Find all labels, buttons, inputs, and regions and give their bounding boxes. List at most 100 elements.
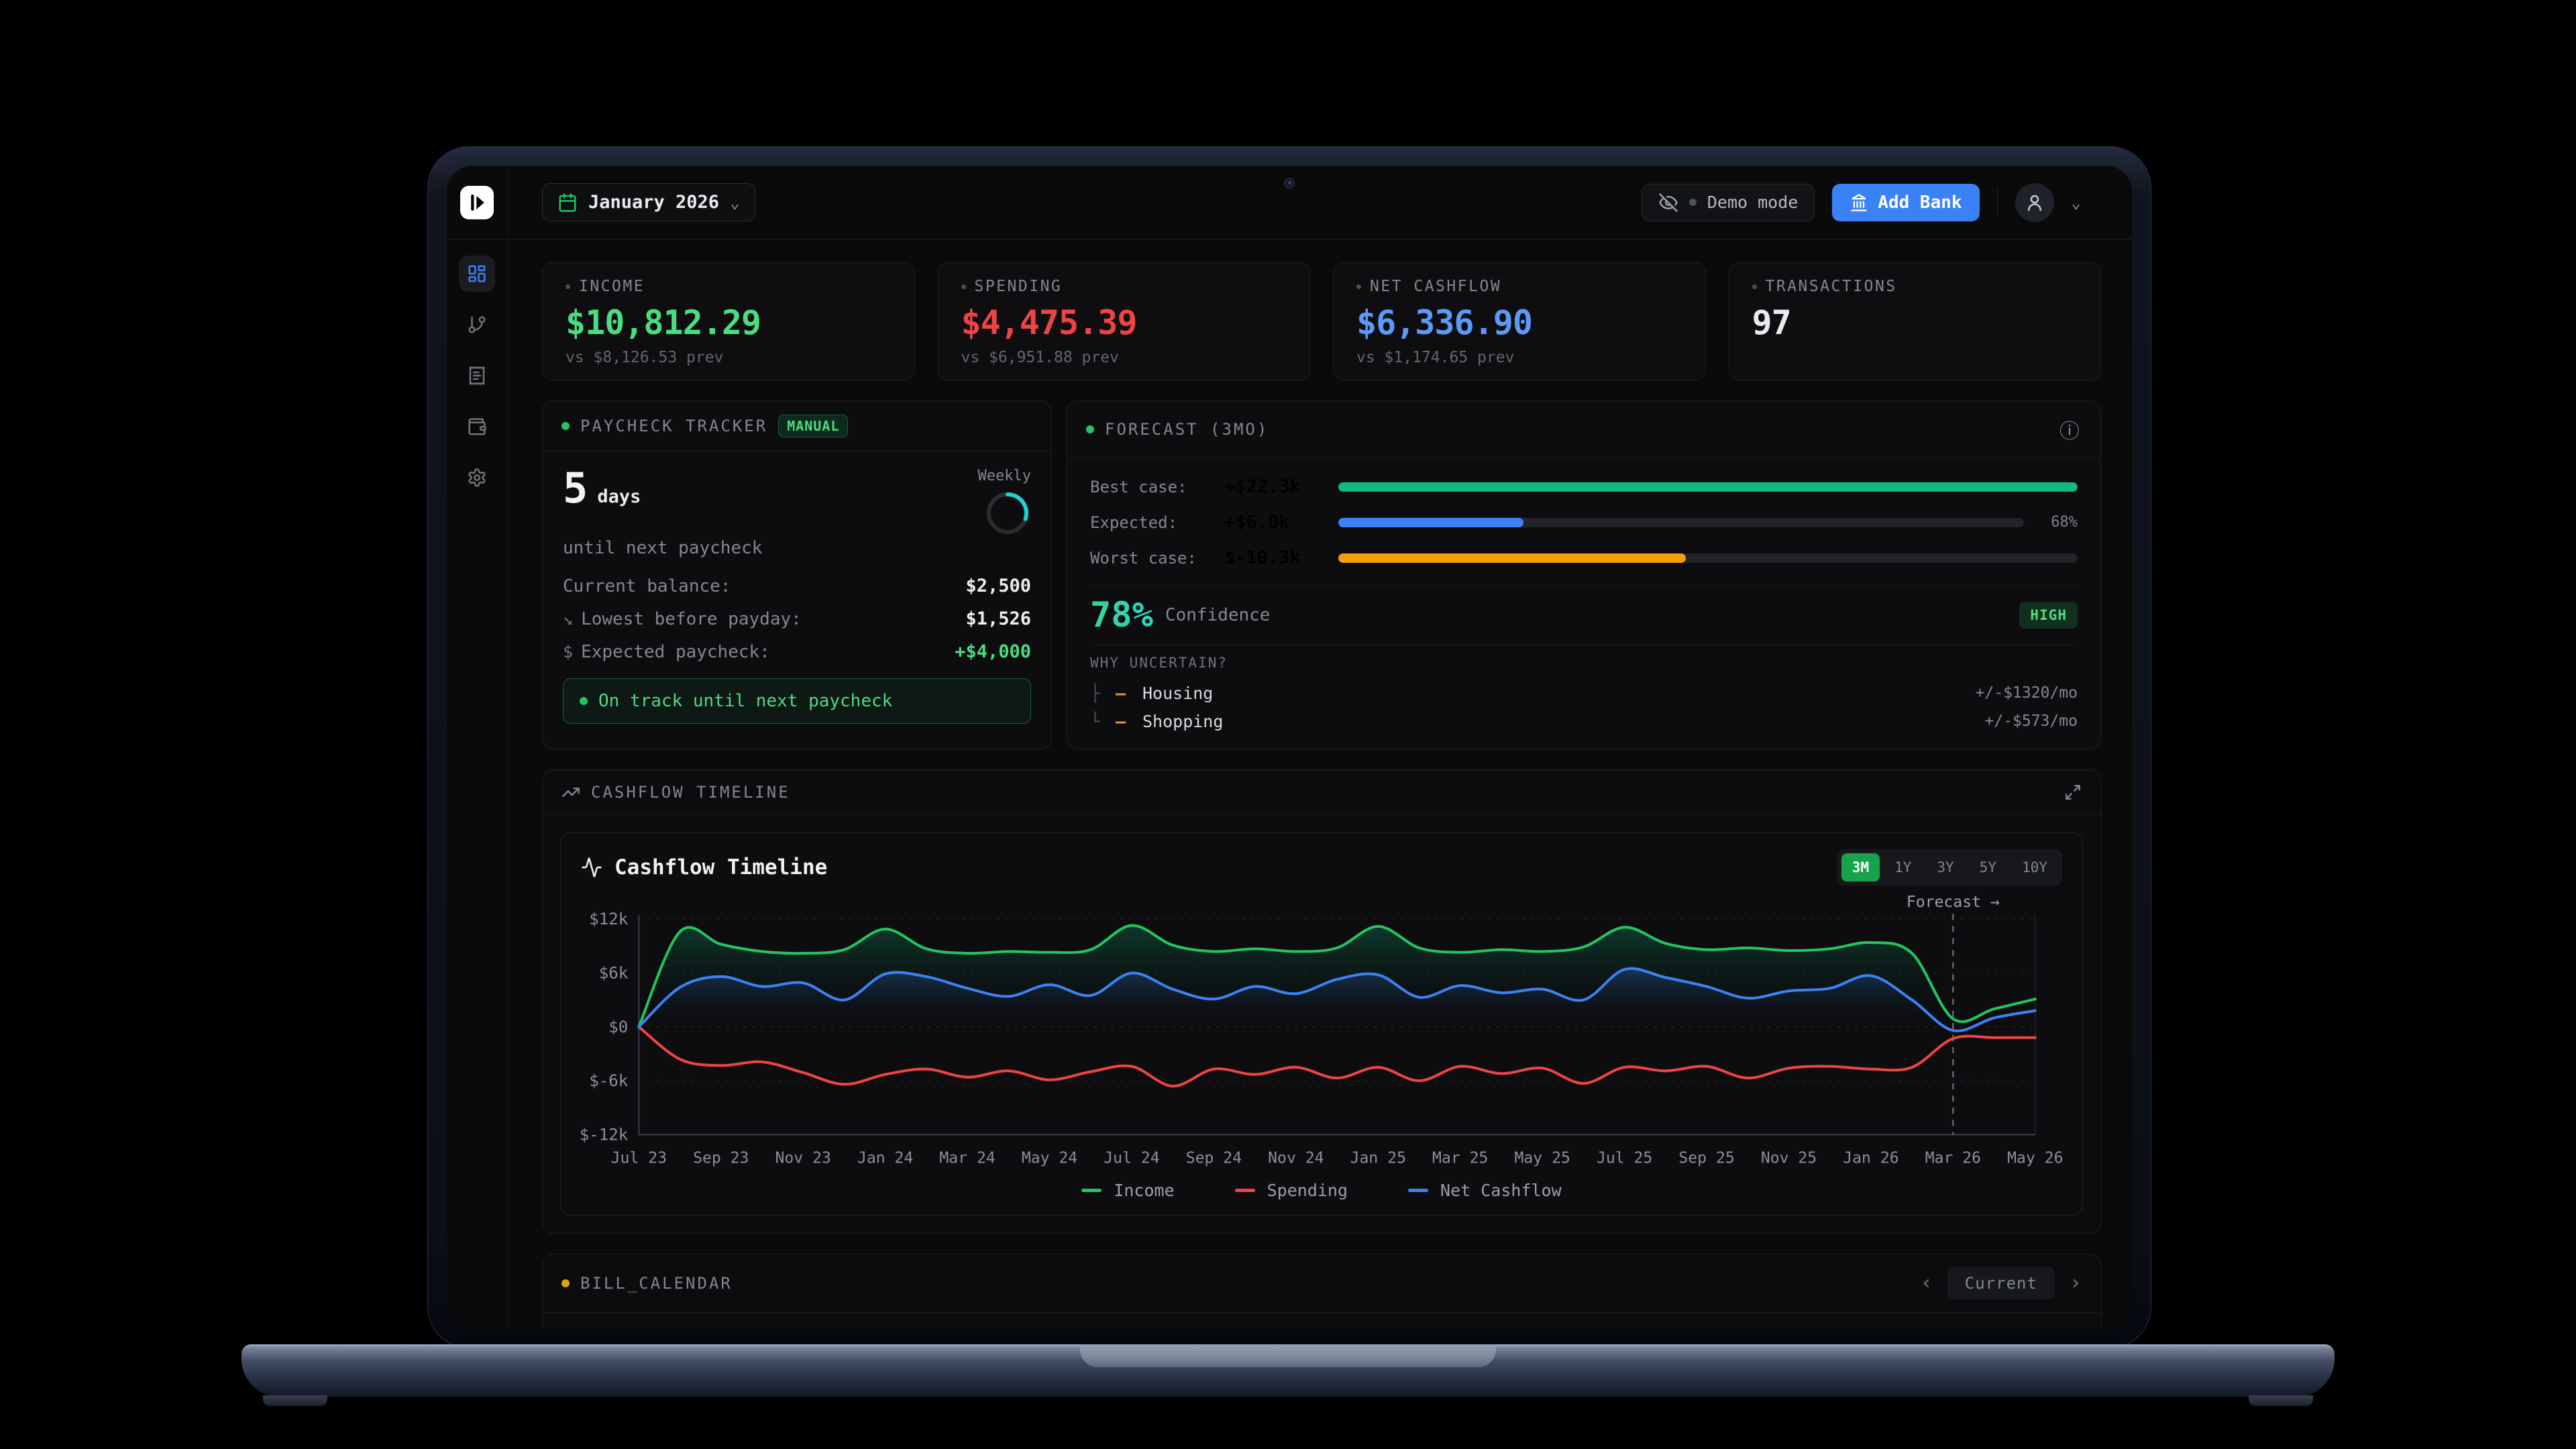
confidence-value: 78% <box>1090 595 1153 635</box>
days-until-paycheck: 5 <box>563 468 588 509</box>
paycheck-rows: Current balance: $2,500 ↘ Lowest before … <box>563 576 1031 662</box>
confidence-label: Confidence <box>1165 605 1271 625</box>
row-label: Lowest before payday: <box>581 609 802 629</box>
svg-text:$-12k: $-12k <box>581 1125 629 1144</box>
svg-text:Jan 25: Jan 25 <box>1350 1149 1406 1167</box>
sidebar-item-receipts[interactable] <box>459 358 495 394</box>
bank-icon <box>1849 193 1868 212</box>
svg-text:Jan 26: Jan 26 <box>1843 1149 1898 1167</box>
info-icon[interactable]: ⓘ <box>2059 415 2082 444</box>
month-selector[interactable]: January 2026 ⌄ <box>542 183 755 221</box>
expand-icon[interactable] <box>2064 784 2082 801</box>
range-button-3m[interactable]: 3M <box>1841 853 1880 881</box>
row-label: Current balance: <box>563 576 731 596</box>
range-button-1y[interactable]: 1Y <box>1884 853 1922 881</box>
cashflow-section-title: CASHFLOW TIMELINE <box>591 783 790 802</box>
eye-off-icon <box>1658 193 1678 213</box>
demo-status-dot <box>1689 199 1697 206</box>
laptop-foot <box>2249 1395 2313 1406</box>
paycheck-title: PAYCHECK TRACKER <box>580 417 767 435</box>
laptop-foot <box>263 1395 327 1406</box>
laptop-base-notch <box>1080 1344 1496 1367</box>
prev-month-button[interactable]: ‹ <box>1921 1271 1933 1295</box>
bill-month-title: February 2026 <box>543 1313 2100 1329</box>
days-unit: days <box>597 486 641 507</box>
svg-text:May 26: May 26 <box>2007 1149 2062 1167</box>
svg-text:$-6k: $-6k <box>589 1071 628 1090</box>
cashflow-chart[interactable]: Forecast →$12k$6k$0$-6k$-12kJul 23Sep 23… <box>581 888 2062 1178</box>
pay-cycle-ring <box>984 490 1031 537</box>
manual-badge: MANUAL <box>778 415 848 437</box>
range-button-3y[interactable]: 3Y <box>1926 853 1964 881</box>
stat-value: 97 <box>1752 303 2078 342</box>
stat-prev: vs $8,126.53 prev <box>566 349 892 366</box>
scenario-bar-fill <box>1338 518 1523 527</box>
stat-dot-icon <box>1752 284 1757 289</box>
scenario-value: +$22.3k <box>1224 476 1338 497</box>
row-value: $2,500 <box>965 576 1031 596</box>
svg-text:Nov 25: Nov 25 <box>1761 1149 1817 1167</box>
bill-calendar-nav: ‹ Current › <box>1921 1267 2082 1299</box>
app-header: January 2026 ⌄ Demo mode Add Bank <box>447 166 2132 239</box>
svg-text:Jul 25: Jul 25 <box>1597 1149 1652 1167</box>
sidebar-item-settings[interactable] <box>459 460 495 496</box>
bill-calendar-section: BILL_CALENDAR ‹ Current › February 2026 <box>542 1254 2101 1329</box>
days-row: 5 days Weekly <box>563 468 1031 537</box>
sidebar-item-branches[interactable] <box>459 307 495 343</box>
scenario-bar <box>1338 482 2078 492</box>
stat-card-net-cashflow: NET CASHFLOW $6,336.90 vs $1,174.65 prev <box>1333 262 1706 380</box>
cashflow-timeline-section: CASHFLOW TIMELINE Cashflow Timeline <box>542 769 2101 1234</box>
scenario-bar <box>1338 553 2078 563</box>
demo-mode-label: Demo mode <box>1707 193 1798 212</box>
sidebar <box>447 239 508 1329</box>
net-cashflow-color-chip <box>1408 1189 1428 1192</box>
legend-label: Income <box>1114 1181 1174 1200</box>
laptop-screen: January 2026 ⌄ Demo mode Add Bank <box>447 166 2132 1329</box>
scenario-percent: 68% <box>2024 514 2078 531</box>
chart-title: Cashflow Timeline <box>614 855 827 879</box>
legend-item-spending: Spending <box>1235 1181 1348 1200</box>
svg-text:Sep 25: Sep 25 <box>1678 1149 1734 1167</box>
calendar-icon <box>557 193 578 213</box>
range-button-10y[interactable]: 10Y <box>2011 853 2058 881</box>
paycheck-subtitle: until next paycheck <box>563 538 1031 558</box>
uncertainty-title: WHY UNCERTAIN? <box>1090 655 2078 671</box>
account-chevron-icon[interactable]: ⌄ <box>2072 193 2081 212</box>
header-actions: Demo mode Add Bank ⌄ <box>1642 183 2081 222</box>
stat-value: $4,475.39 <box>961 303 1287 342</box>
next-month-button[interactable]: › <box>2070 1271 2082 1295</box>
forecast-panel: FORECAST (3MO) ⓘ Best case: +$22.3k Expe… <box>1067 400 2101 749</box>
legend-item-income: Income <box>1081 1181 1174 1200</box>
demo-mode-toggle[interactable]: Demo mode <box>1642 184 1815 221</box>
stat-prev: vs $6,951.88 prev <box>961 349 1287 366</box>
amber-dash-icon: – <box>1116 684 1142 703</box>
pay-cycle-label: Weekly <box>978 468 1031 484</box>
stat-value: $10,812.29 <box>566 303 892 342</box>
status-dot-icon <box>1086 425 1094 433</box>
sidebar-item-wallet[interactable] <box>459 409 495 445</box>
user-icon <box>2025 193 2045 213</box>
git-branch-icon <box>467 315 487 335</box>
svg-text:Nov 23: Nov 23 <box>775 1149 831 1167</box>
range-button-5y[interactable]: 5Y <box>1969 853 2007 881</box>
sidebar-item-dashboard[interactable] <box>459 256 495 292</box>
forecast-header: FORECAST (3MO) ⓘ <box>1067 401 2100 458</box>
svg-text:Mar 25: Mar 25 <box>1432 1149 1488 1167</box>
avatar[interactable] <box>2015 183 2054 222</box>
app-logo[interactable] <box>460 186 494 219</box>
uncertainty-row-housing: ├ – Housing +/-$1320/mo <box>1090 679 2078 707</box>
scenario-value: +$6.0k <box>1224 512 1338 533</box>
svg-text:$12k: $12k <box>589 910 628 928</box>
expected-row: Expected: +$6.0k 68% <box>1090 504 2078 540</box>
dollar-icon: $ <box>563 642 573 661</box>
svg-text:Mar 24: Mar 24 <box>939 1149 995 1167</box>
current-month-button[interactable]: Current <box>1947 1267 2055 1299</box>
range-selector: 3M 1Y 3Y 5Y 10Y <box>1837 849 2062 885</box>
scenario-label: Best case: <box>1090 478 1224 496</box>
scenario-label: Worst case: <box>1090 549 1224 568</box>
paycheck-body: 5 days Weekly <box>543 451 1051 741</box>
add-bank-button[interactable]: Add Bank <box>1832 184 1979 221</box>
svg-text:Forecast →: Forecast → <box>1907 894 2000 911</box>
stats-row: INCOME $10,812.29 vs $8,126.53 prev SPEN… <box>542 262 2101 380</box>
stat-dot-icon <box>566 284 570 289</box>
